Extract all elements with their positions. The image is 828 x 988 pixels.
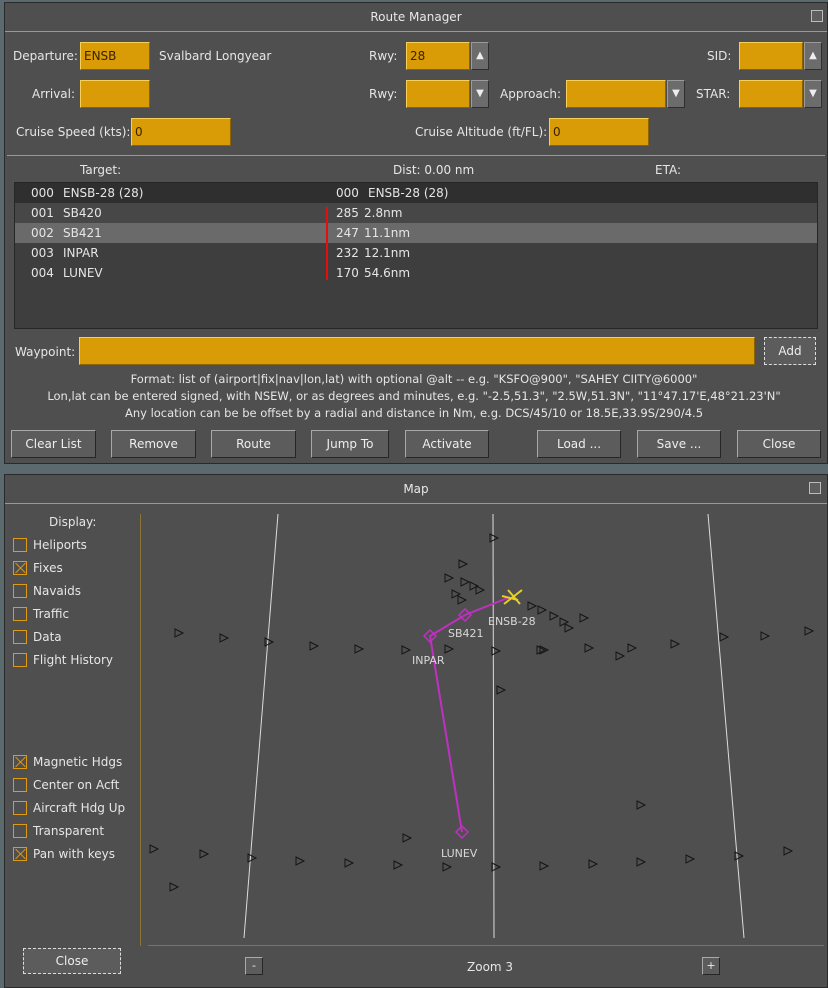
flight-history-label: Flight History xyxy=(33,653,114,667)
cruise-altitude-field[interactable]: 0 xyxy=(549,118,649,146)
center-on-acft-label: Center on Acft xyxy=(33,778,120,792)
transparent-label: Transparent xyxy=(33,824,105,838)
approach-field[interactable] xyxy=(566,80,666,108)
zoom-in-button[interactable]: + xyxy=(702,957,720,975)
remove-button[interactable]: Remove xyxy=(111,430,196,458)
map-label-ensb: ENSB-28 xyxy=(488,615,536,628)
display-label: Display: xyxy=(49,515,97,529)
clear-list-button[interactable]: Clear List xyxy=(11,430,96,458)
sid-dropdown[interactable]: ▲ xyxy=(804,42,822,70)
data-label: Data xyxy=(33,630,62,644)
zoom-level-label: Zoom 3 xyxy=(467,960,514,974)
map-collapse-button[interactable] xyxy=(809,482,821,494)
navaids-checkbox[interactable] xyxy=(13,584,27,598)
arrival-rwy-field[interactable] xyxy=(406,80,470,108)
close-button[interactable]: Close xyxy=(737,430,821,458)
approach-dropdown[interactable]: ▼ xyxy=(667,80,685,108)
list-item[interactable]: 002 SB421 247 11.1nm xyxy=(15,223,817,243)
fixes-label: Fixes xyxy=(33,561,63,575)
cruise-speed-field[interactable]: 0 xyxy=(131,118,231,146)
grid-line xyxy=(707,514,745,939)
list-item[interactable]: 001 SB420 285 2.8nm xyxy=(15,203,817,223)
arrival-rwy-label: Rwy: xyxy=(369,87,398,101)
star-field[interactable] xyxy=(739,80,803,108)
format-hint-1: Format: list of (airport|fix|nav|lon,lat… xyxy=(130,372,698,386)
traffic-label: Traffic xyxy=(33,607,70,621)
flight-history-checkbox[interactable] xyxy=(13,653,27,667)
chevron-up-icon: ▲ xyxy=(476,50,484,61)
map-label-sb421: SB421 xyxy=(448,627,484,640)
departure-field[interactable]: ENSB xyxy=(80,42,150,70)
list-item[interactable]: 000 ENSB-28 (28) 000 ENSB-28 (28) xyxy=(15,183,817,203)
load-button[interactable]: Load ... xyxy=(537,430,621,458)
data-checkbox[interactable] xyxy=(13,630,27,644)
map-close-button[interactable]: Close xyxy=(23,948,121,974)
chevron-up-icon: ▲ xyxy=(809,50,817,61)
arrival-rwy-dropdown[interactable]: ▼ xyxy=(471,80,489,108)
map-label-inpar: INPAR xyxy=(412,654,445,667)
route-button[interactable]: Route xyxy=(211,430,296,458)
aircraft-hdg-up-checkbox[interactable] xyxy=(13,801,27,815)
list-header-eta: ETA: xyxy=(655,163,682,177)
pan-with-keys-checkbox[interactable] xyxy=(13,847,27,861)
list-header-dist: Dist: 0.00 nm xyxy=(393,163,475,177)
map-title-divider xyxy=(5,503,827,504)
departure-rwy-dropdown[interactable]: ▲ xyxy=(471,42,489,70)
star-dropdown[interactable]: ▼ xyxy=(804,80,822,108)
fields-divider xyxy=(7,155,825,156)
route-manager-title: Route Manager xyxy=(370,10,462,24)
traffic-checkbox[interactable] xyxy=(13,607,27,621)
waypoint-list[interactable]: 000 ENSB-28 (28) 000 ENSB-28 (28) 001 SB… xyxy=(14,182,818,329)
activate-button[interactable]: Activate xyxy=(405,430,489,458)
heliports-label: Heliports xyxy=(33,538,87,552)
navaids-label: Navaids xyxy=(33,584,81,598)
cruise-speed-label: Cruise Speed (kts): xyxy=(16,125,131,139)
heliports-checkbox[interactable] xyxy=(13,538,27,552)
cruise-altitude-label: Cruise Altitude (ft/FL): xyxy=(415,125,548,139)
departure-name: Svalbard Longyear xyxy=(159,49,272,63)
jump-to-button[interactable]: Jump To xyxy=(311,430,389,458)
aircraft-icon[interactable] xyxy=(501,589,523,605)
map-canvas[interactable]: ENSB-28 SB421 INPAR LUNEV xyxy=(140,514,824,946)
sid-label: SID: xyxy=(707,49,732,63)
grid-line xyxy=(492,514,495,939)
route-manager-collapse-button[interactable] xyxy=(811,10,823,22)
zoom-out-button[interactable]: - xyxy=(245,957,263,975)
arrival-label: Arrival: xyxy=(32,87,76,101)
add-waypoint-button[interactable]: Add xyxy=(764,337,816,365)
list-header-target: Target: xyxy=(80,163,122,177)
list-item[interactable]: 003 INPAR 232 12.1nm xyxy=(15,243,817,263)
fix-markers xyxy=(149,533,815,892)
center-on-acft-checkbox[interactable] xyxy=(13,778,27,792)
grid-line xyxy=(243,514,279,939)
map-title: Map xyxy=(403,482,429,496)
aircraft-hdg-up-label: Aircraft Hdg Up xyxy=(33,801,126,815)
departure-rwy-field[interactable]: 28 xyxy=(406,42,470,70)
star-label: STAR: xyxy=(696,87,731,101)
pan-with-keys-label: Pan with keys xyxy=(33,847,116,861)
departure-label: Departure: xyxy=(13,49,78,63)
format-hint-3: Any location can be be offset by a radia… xyxy=(124,406,704,420)
list-item[interactable]: 004 LUNEV 170 54.6nm xyxy=(15,263,817,283)
save-button[interactable]: Save ... xyxy=(637,430,721,458)
arrival-field[interactable] xyxy=(80,80,150,108)
waypoint-input[interactable] xyxy=(79,337,755,365)
leg-indicator-bar xyxy=(326,207,328,280)
chevron-down-icon: ▼ xyxy=(672,88,680,99)
sid-field[interactable] xyxy=(739,42,803,70)
transparent-checkbox[interactable] xyxy=(13,824,27,838)
chevron-down-icon: ▼ xyxy=(476,88,484,99)
magnetic-hdgs-checkbox[interactable] xyxy=(13,755,27,769)
chevron-down-icon: ▼ xyxy=(809,88,817,99)
waypoint-label: Waypoint: xyxy=(15,345,76,359)
magnetic-hdgs-label: Magnetic Hdgs xyxy=(33,755,123,769)
format-hint-2: Lon,lat can be entered signed, with NSEW… xyxy=(47,389,781,403)
fixes-checkbox[interactable] xyxy=(13,561,27,575)
approach-label: Approach: xyxy=(500,87,562,101)
map-label-lunev: LUNEV xyxy=(441,847,478,860)
departure-rwy-label: Rwy: xyxy=(369,49,398,63)
title-divider xyxy=(5,31,827,32)
